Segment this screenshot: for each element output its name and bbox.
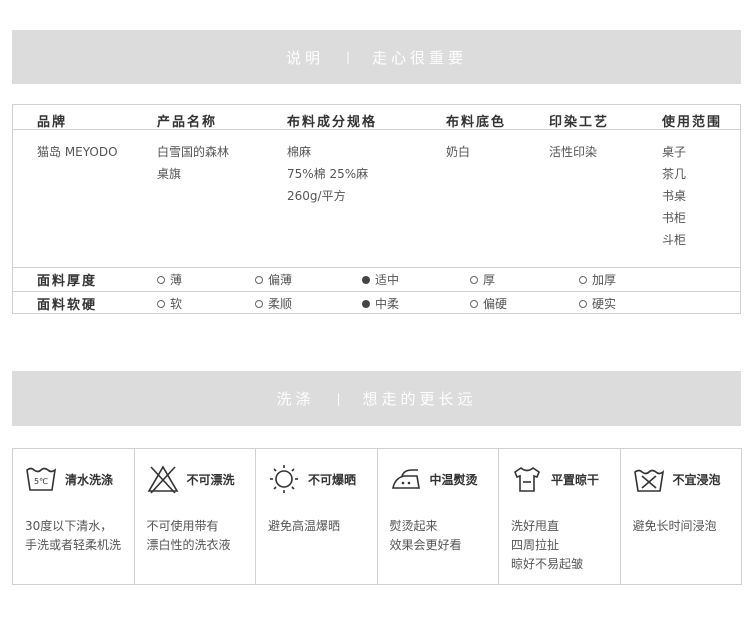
care-item-iron: 中温熨烫 熨烫起来 效果会更好看 bbox=[378, 449, 499, 584]
care-title: 平置晾干 bbox=[551, 472, 600, 487]
thickness-option: 适中 bbox=[362, 271, 399, 288]
usage-item: 书柜 bbox=[662, 211, 687, 225]
care-item-dry: 平置晾干 洗好甩直 四周拉扯 晾好不易起皱 bbox=[499, 449, 621, 584]
softness-option: 中柔 bbox=[362, 295, 399, 312]
radio-selected-icon bbox=[362, 275, 370, 284]
care-desc: 避免高温爆晒 bbox=[268, 519, 341, 533]
care-desc: 避免长时间浸泡 bbox=[632, 519, 717, 533]
option-label: 中柔 bbox=[375, 297, 400, 311]
softness-option: 软 bbox=[157, 295, 182, 312]
care-desc: 熨烫起来 效果会更好看 bbox=[389, 519, 462, 552]
care-title: 不可漂洗 bbox=[186, 472, 235, 487]
dry-flat-icon bbox=[514, 467, 540, 492]
thickness-option: 厚 bbox=[470, 271, 495, 288]
radio-empty-icon bbox=[255, 275, 263, 284]
care-title: 不宜浸泡 bbox=[672, 472, 721, 487]
section-banner-washing: 洗涤 | 想走的更长远 bbox=[12, 371, 741, 426]
care-desc: 不可使用带有 漂白性的洗衣液 bbox=[146, 519, 231, 552]
no-bleach-icon bbox=[147, 465, 178, 494]
option-label: 薄 bbox=[170, 273, 183, 287]
option-label: 加厚 bbox=[592, 273, 617, 287]
radio-empty-icon bbox=[157, 299, 165, 308]
base-color-value: 奶白 bbox=[446, 145, 471, 159]
no-sun-icon bbox=[270, 465, 298, 493]
fabric-spec-line: 260g/平方 bbox=[287, 189, 346, 203]
care-title: 中温熨烫 bbox=[429, 472, 478, 487]
option-label: 偏硬 bbox=[483, 297, 508, 311]
softness-option: 偏硬 bbox=[470, 295, 507, 312]
radio-empty-icon bbox=[470, 275, 478, 284]
care-title: 不可爆晒 bbox=[308, 472, 357, 487]
header-fabric-spec: 布料成分规格 bbox=[287, 115, 378, 130]
radio-empty-icon bbox=[470, 299, 478, 308]
radio-empty-icon bbox=[579, 275, 587, 284]
radio-empty-icon bbox=[579, 299, 587, 308]
softness-option: 硬实 bbox=[579, 295, 616, 312]
banner-left-text: 说明 bbox=[285, 48, 324, 67]
product-name-line: 桌旗 bbox=[157, 167, 182, 181]
usage-item: 斗柜 bbox=[662, 233, 687, 247]
thickness-label: 面料厚度 bbox=[37, 274, 98, 289]
thickness-option: 偏薄 bbox=[255, 271, 292, 288]
product-name-list: 白雪国的森林 桌旗 bbox=[157, 141, 229, 185]
radio-empty-icon bbox=[255, 299, 263, 308]
header-brand: 品牌 bbox=[37, 115, 68, 130]
fabric-spec-line: 75%棉 25%麻 bbox=[287, 167, 369, 181]
option-label: 柔顺 bbox=[268, 297, 293, 311]
divider bbox=[13, 291, 740, 292]
product-name-line: 白雪国的森林 bbox=[157, 145, 230, 159]
softness-option: 柔顺 bbox=[255, 295, 292, 312]
option-label: 软 bbox=[170, 297, 183, 311]
thickness-option: 加厚 bbox=[579, 271, 616, 288]
care-item-sun: 不可爆晒 避免高温爆晒 bbox=[256, 449, 378, 584]
spec-table: 品牌 产品名称 布料成分规格 布料底色 印染工艺 使用范围 猫岛 MEYODO … bbox=[12, 104, 741, 314]
radio-empty-icon bbox=[157, 275, 165, 284]
care-item-soak: 不宜浸泡 避免长时间浸泡 bbox=[621, 449, 742, 584]
care-instructions: 5℃ 清水洗涤 30度以下清水， 手洗或者轻柔机洗 不可漂洗 不可使用带有 漂白… bbox=[12, 448, 742, 585]
divider bbox=[13, 129, 740, 130]
banner-right-text: 想走的更长远 bbox=[362, 390, 477, 408]
usage-item: 桌子 bbox=[662, 145, 687, 159]
divider bbox=[13, 267, 740, 268]
softness-label: 面料软硬 bbox=[37, 298, 98, 313]
usage-item: 书桌 bbox=[662, 189, 687, 203]
usage-list: 桌子 茶几 书桌 书柜 斗柜 bbox=[662, 141, 686, 251]
header-print-process: 印染工艺 bbox=[549, 115, 610, 130]
banner-left-text: 洗涤 bbox=[276, 390, 315, 408]
care-desc: 洗好甩直 四周拉扯 晾好不易起皱 bbox=[511, 519, 584, 571]
banner-right-text: 走心很重要 bbox=[372, 48, 468, 67]
header-product-name: 产品名称 bbox=[157, 115, 218, 130]
no-soak-icon bbox=[633, 469, 664, 492]
iron-medium-icon bbox=[391, 469, 420, 489]
banner-separator: | bbox=[336, 391, 341, 406]
option-label: 厚 bbox=[483, 273, 496, 287]
fabric-spec-list: 棉麻 75%棉 25%麻 260g/平方 bbox=[287, 141, 368, 207]
brand-value: 猫岛 MEYODO bbox=[37, 145, 118, 159]
option-label: 偏薄 bbox=[268, 273, 293, 287]
thickness-option: 薄 bbox=[157, 271, 182, 288]
care-item-wash: 5℃ 清水洗涤 30度以下清水， 手洗或者轻柔机洗 bbox=[13, 449, 135, 584]
usage-item: 茶几 bbox=[662, 167, 687, 181]
banner-separator: | bbox=[345, 50, 351, 64]
option-label: 硬实 bbox=[592, 297, 617, 311]
section-banner-description: 说明 | 走心很重要 bbox=[12, 30, 741, 84]
care-title: 清水洗涤 bbox=[65, 472, 114, 487]
header-base-color: 布料底色 bbox=[446, 115, 507, 130]
care-item-bleach: 不可漂洗 不可使用带有 漂白性的洗衣液 bbox=[135, 449, 256, 584]
print-process-value: 活性印染 bbox=[549, 145, 598, 159]
care-desc: 30度以下清水， 手洗或者轻柔机洗 bbox=[25, 519, 122, 552]
radio-selected-icon bbox=[362, 299, 370, 308]
svg-text:5℃: 5℃ bbox=[34, 477, 48, 486]
header-usage: 使用范围 bbox=[662, 115, 723, 130]
option-label: 适中 bbox=[375, 273, 400, 287]
fabric-spec-line: 棉麻 bbox=[287, 145, 312, 159]
wash-30-icon: 5℃ bbox=[26, 467, 57, 491]
